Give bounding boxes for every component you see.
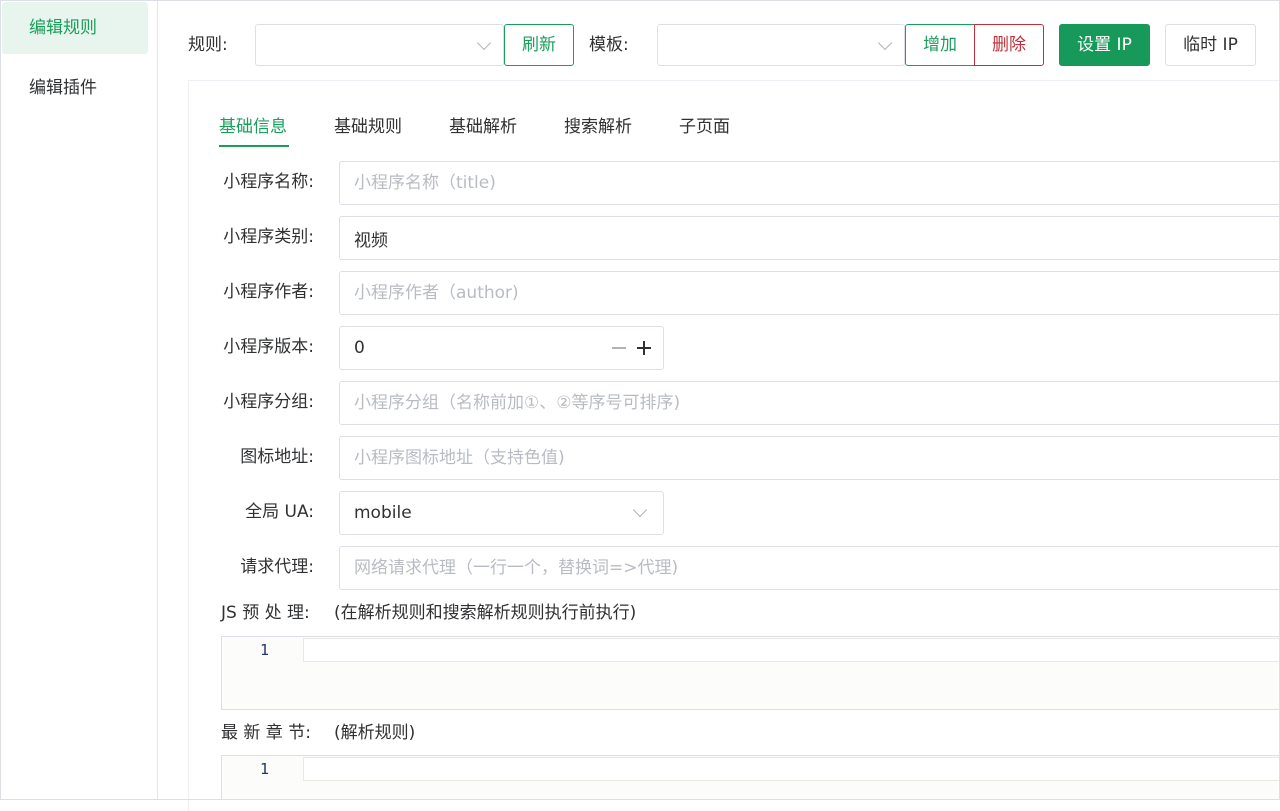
js-preprocess-note: (在解析规则和搜索解析规则执行前执行) <box>334 603 637 623</box>
active-line[interactable] <box>303 638 1280 662</box>
category-label: 小程序类别: <box>223 227 314 247</box>
latest-chapter-label: 最 新 章 节: <box>221 723 311 743</box>
minus-icon[interactable] <box>608 337 630 359</box>
group-input[interactable] <box>339 381 1280 425</box>
icon-url-label: 图标地址: <box>240 447 314 467</box>
ua-label: 全局 UA: <box>245 502 314 522</box>
sidebar-item-edit-plugin[interactable]: 编辑插件 <box>2 62 148 114</box>
add-button[interactable]: 增加 <box>905 24 975 66</box>
latest-chapter-note: (解析规则) <box>334 723 416 743</box>
template-select[interactable] <box>657 24 905 66</box>
chevron-down-icon <box>877 35 893 51</box>
version-stepper[interactable]: 0 <box>339 326 664 370</box>
category-input[interactable] <box>339 216 1280 260</box>
proxy-label: 请求代理: <box>240 557 314 577</box>
rule-label: 规则: <box>188 35 228 55</box>
active-line[interactable] <box>303 757 1280 781</box>
tab-basic-info[interactable]: 基础信息 <box>219 116 287 138</box>
tab-active-indicator <box>219 145 289 147</box>
set-ip-button[interactable]: 设置 IP <box>1059 24 1150 66</box>
version-label: 小程序版本: <box>223 337 314 357</box>
refresh-button[interactable]: 刷新 <box>504 24 574 66</box>
proxy-input[interactable] <box>339 546 1280 590</box>
delete-button[interactable]: 删除 <box>974 24 1044 66</box>
icon-url-input[interactable] <box>339 436 1280 480</box>
rule-select[interactable] <box>255 24 504 66</box>
name-input[interactable] <box>339 161 1280 205</box>
chevron-down-icon <box>632 502 648 518</box>
template-label: 模板: <box>589 35 629 55</box>
version-value: 0 <box>354 338 365 358</box>
js-preprocess-editor[interactable]: 1 <box>221 636 1280 710</box>
line-number: 1 <box>260 641 270 659</box>
tab-sub-page[interactable]: 子页面 <box>679 116 730 138</box>
tab-search-parse[interactable]: 搜索解析 <box>564 116 632 138</box>
plus-icon[interactable] <box>633 337 655 359</box>
tab-basic-rules[interactable]: 基础规则 <box>334 116 402 138</box>
latest-chapter-editor[interactable]: 1 <box>221 755 1280 800</box>
sidebar-item-edit-rule[interactable]: 编辑规则 <box>2 2 148 54</box>
tab-basic-parse[interactable]: 基础解析 <box>449 116 517 138</box>
author-input[interactable] <box>339 271 1280 315</box>
chevron-down-icon <box>476 35 492 51</box>
ua-select[interactable]: mobile <box>339 491 664 535</box>
group-label: 小程序分组: <box>223 392 314 412</box>
js-preprocess-label: JS 预 处 理: <box>221 603 310 623</box>
ua-value: mobile <box>354 503 412 523</box>
line-number: 1 <box>260 760 270 778</box>
sidebar: 编辑规则 编辑插件 <box>0 0 158 800</box>
temp-ip-button[interactable]: 临时 IP <box>1165 24 1256 66</box>
author-label: 小程序作者: <box>223 282 314 302</box>
name-label: 小程序名称: <box>223 172 314 192</box>
